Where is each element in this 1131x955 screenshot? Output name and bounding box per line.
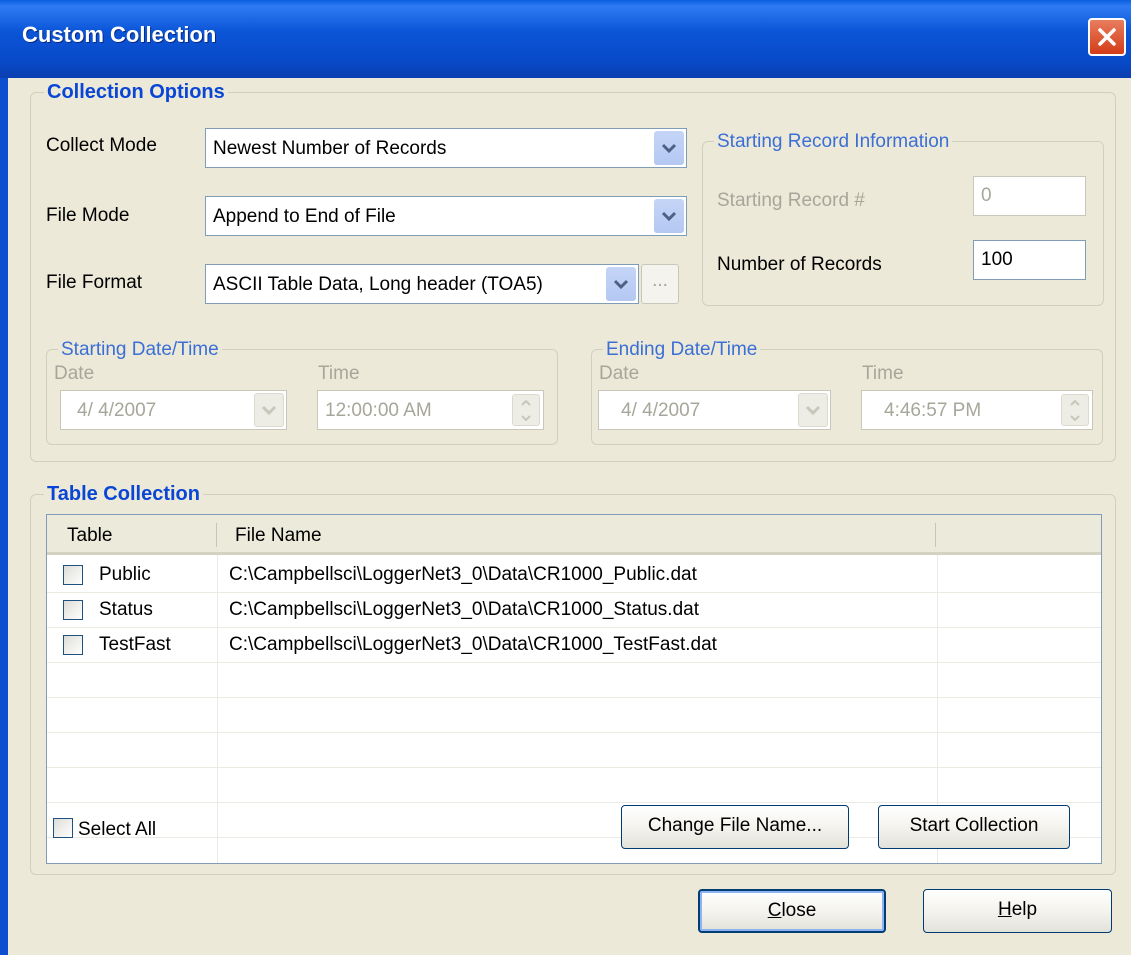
start-collection-button[interactable]: Start Collection — [878, 805, 1070, 849]
file-mode-dropdown-button[interactable] — [654, 199, 684, 233]
chevron-down-icon — [805, 405, 821, 416]
title-bar: Custom Collection — [0, 0, 1131, 78]
file-name-cell: C:\Campbellsci\LoggerNet3_0\Data\CR1000_… — [229, 564, 697, 585]
table-row[interactable]: TestFast C:\Campbellsci\LoggerNet3_0\Dat… — [47, 628, 1101, 663]
start-time-spinner[interactable] — [512, 394, 540, 426]
collect-mode-value: Newest Number of Records — [213, 138, 447, 159]
file-format-options-button[interactable]: ... — [641, 264, 679, 304]
window-close-button[interactable] — [1088, 18, 1126, 56]
collect-mode-label: Collect Mode — [46, 135, 157, 156]
start-time-input[interactable]: 12:00:00 AM — [317, 390, 544, 430]
end-date-value: 4/ 4/2007 — [621, 400, 701, 421]
empty-row — [47, 733, 1101, 768]
empty-row — [47, 768, 1101, 803]
file-format-label: File Format — [46, 272, 143, 293]
end-time-value: 4:46:57 PM — [884, 400, 982, 421]
table-name-cell: TestFast — [99, 634, 171, 655]
start-date-picker[interactable]: 4/ 4/2007 — [60, 390, 287, 430]
empty-row — [47, 698, 1101, 733]
column-separator[interactable] — [216, 523, 217, 547]
window-title: Custom Collection — [22, 22, 217, 47]
chevron-down-icon — [661, 211, 677, 222]
end-time-label: Time — [862, 363, 904, 384]
table-name-cell: Status — [99, 599, 153, 620]
spin-down-icon — [1070, 414, 1080, 421]
table-collection-legend: Table Collection — [44, 483, 203, 506]
file-format-dropdown-button[interactable] — [606, 267, 636, 301]
number-of-records-label: Number of Records — [717, 254, 882, 275]
window-frame-left — [0, 78, 8, 955]
starting-datetime-legend: Starting Date/Time — [58, 339, 222, 361]
end-date-picker[interactable]: 4/ 4/2007 — [598, 390, 831, 430]
select-all-checkbox[interactable] — [53, 818, 73, 838]
start-date-value: 4/ 4/2007 — [77, 400, 157, 421]
file-mode-value: Append to End of File — [213, 206, 396, 227]
end-time-input[interactable]: 4:46:57 PM — [861, 390, 1093, 430]
chevron-down-icon — [613, 279, 629, 290]
spin-down-icon — [521, 414, 531, 421]
table-list-header: Table File Name — [47, 515, 1101, 555]
close-button-label: Close — [767, 900, 817, 921]
row-checkbox[interactable] — [63, 635, 83, 655]
end-time-spinner[interactable] — [1061, 394, 1089, 426]
collect-mode-dropdown-button[interactable] — [654, 131, 684, 165]
file-name-cell: C:\Campbellsci\LoggerNet3_0\Data\CR1000_… — [229, 599, 699, 620]
row-checkbox[interactable] — [63, 600, 83, 620]
select-all-label[interactable]: Select All — [78, 819, 156, 841]
end-date-label: Date — [599, 363, 640, 384]
table-name-cell: Public — [99, 564, 151, 585]
help-button[interactable]: Help — [923, 889, 1112, 933]
ending-datetime-legend: Ending Date/Time — [603, 339, 761, 361]
change-file-name-button[interactable]: Change File Name... — [621, 805, 849, 849]
start-date-label: Date — [54, 363, 95, 384]
collection-options-legend: Collection Options — [44, 81, 228, 104]
dialog-client: Collection Options Collect Mode Newest N… — [8, 78, 1131, 955]
help-button-label: Help — [997, 899, 1038, 920]
start-date-dropdown-button[interactable] — [254, 393, 284, 427]
chevron-down-icon — [661, 143, 677, 154]
chevron-down-icon — [261, 405, 277, 416]
start-time-label: Time — [318, 363, 360, 384]
column-header-table[interactable]: Table — [67, 525, 112, 547]
row-checkbox[interactable] — [63, 565, 83, 585]
collect-mode-select[interactable]: Newest Number of Records — [205, 128, 687, 168]
file-mode-label: File Mode — [46, 205, 130, 226]
column-separator[interactable] — [935, 523, 936, 547]
starting-record-label: Starting Record # — [717, 190, 865, 211]
starting-record-input[interactable]: 0 — [973, 176, 1086, 216]
empty-row — [47, 663, 1101, 698]
file-name-cell: C:\Campbellsci\LoggerNet3_0\Data\CR1000_… — [229, 634, 717, 655]
file-format-value: ASCII Table Data, Long header (TOA5) — [213, 274, 543, 295]
file-mode-select[interactable]: Append to End of File — [205, 196, 687, 236]
column-header-file-name[interactable]: File Name — [235, 525, 322, 547]
spin-up-icon — [1070, 399, 1080, 406]
number-of-records-value: 100 — [981, 249, 1013, 270]
table-row[interactable]: Status C:\Campbellsci\LoggerNet3_0\Data\… — [47, 593, 1101, 628]
number-of-records-input[interactable]: 100 — [973, 240, 1086, 280]
end-date-dropdown-button[interactable] — [798, 393, 828, 427]
starting-record-info-group — [702, 141, 1104, 306]
start-time-value: 12:00:00 AM — [325, 400, 432, 421]
spin-up-icon — [521, 399, 531, 406]
starting-record-info-legend: Starting Record Information — [714, 131, 953, 153]
close-icon — [1098, 28, 1116, 46]
close-button[interactable]: Close — [698, 889, 886, 933]
file-format-select[interactable]: ASCII Table Data, Long header (TOA5) — [205, 264, 639, 304]
table-row[interactable]: Public C:\Campbellsci\LoggerNet3_0\Data\… — [47, 558, 1101, 593]
starting-record-value: 0 — [981, 185, 992, 206]
